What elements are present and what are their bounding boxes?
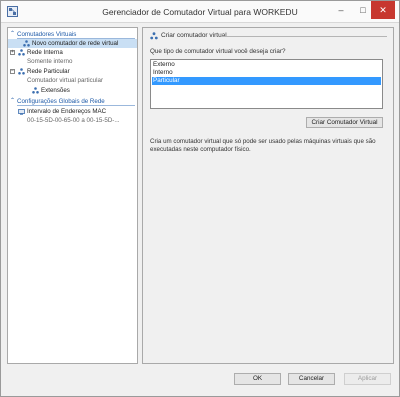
switch-type-listbox[interactable]: Externo Interno Particular <box>150 59 383 109</box>
minimize-button[interactable]: – <box>330 1 352 19</box>
tree-item-label: Rede Interna <box>27 49 63 56</box>
cancel-button[interactable]: Cancelar <box>288 373 335 385</box>
collapse-icon[interactable]: − <box>10 69 15 74</box>
tree-item-label: Novo comutador de rede virtual <box>32 40 119 47</box>
tree-item-subtext: 00-15-5D-00-65-00 a 00-15-5D-... <box>8 116 137 125</box>
tree-header-global-network[interactable]: ⌃ Configurações Globais de Rede <box>8 97 137 106</box>
network-switch-icon <box>18 68 25 75</box>
tree-header-virtual-switches[interactable]: ⌃ Comutadores Virtuais <box>8 30 137 39</box>
network-switch-icon <box>150 32 158 40</box>
header-underline <box>17 105 135 106</box>
network-switch-icon <box>18 49 25 56</box>
switch-type-option-external[interactable]: Externo <box>152 61 381 69</box>
tree-item-subtext: Somente interno <box>8 57 137 66</box>
tree-item-mac-range[interactable]: Intervalo de Endereços MAC <box>8 107 137 116</box>
switch-type-question: Que tipo de comutador virtual você desej… <box>150 48 286 55</box>
details-pane: Criar comutador virtual Que tipo de comu… <box>142 27 394 364</box>
extensions-icon <box>32 87 39 94</box>
tree-item-label: Intervalo de Endereços MAC <box>27 108 107 115</box>
switch-type-description: Cria um comutador virtual que só pode se… <box>150 138 376 153</box>
tree-item-subtext: Comutador virtual particular <box>8 76 137 85</box>
virtual-switch-manager-window: Gerenciador de Comutador Virtual para WO… <box>0 0 400 397</box>
network-switch-icon <box>23 40 30 47</box>
switch-type-option-private[interactable]: Particular <box>152 77 381 85</box>
create-virtual-switch-button[interactable]: Criar Comutador Virtual <box>306 117 383 128</box>
tree-item-label: Rede Particular <box>27 68 70 75</box>
ok-button[interactable]: OK <box>234 373 281 385</box>
close-button[interactable]: ✕ <box>371 1 395 19</box>
navigation-tree[interactable]: ⌃ Comutadores Virtuais Novo comutador de… <box>7 27 138 364</box>
tree-item-new-switch[interactable]: Novo comutador de rede virtual <box>8 39 137 48</box>
apply-button[interactable]: Aplicar <box>344 373 391 385</box>
tree-item-sublabel: 00-15-5D-00-65-00 a 00-15-5D-... <box>27 117 120 124</box>
title-bar[interactable]: Gerenciador de Comutador Virtual para WO… <box>1 1 399 23</box>
expand-icon[interactable]: + <box>10 50 15 55</box>
switch-type-option-internal[interactable]: Interno <box>152 69 381 77</box>
collapse-chevron-icon[interactable]: ⌃ <box>10 97 15 106</box>
tree-item-private-network[interactable]: − Rede Particular <box>8 67 137 76</box>
group-divider <box>221 36 387 37</box>
network-adapter-icon <box>18 109 25 115</box>
tree-item-internal-network[interactable]: + Rede Interna <box>8 48 137 57</box>
tree-item-sublabel: Comutador virtual particular <box>27 77 103 84</box>
tree-item-extensions[interactable]: Extensões <box>8 86 137 95</box>
group-title: Criar comutador virtual <box>161 32 227 39</box>
tree-item-label: Extensões <box>41 87 70 94</box>
collapse-chevron-icon[interactable]: ⌃ <box>10 30 15 39</box>
tree-item-sublabel: Somente interno <box>27 58 73 65</box>
